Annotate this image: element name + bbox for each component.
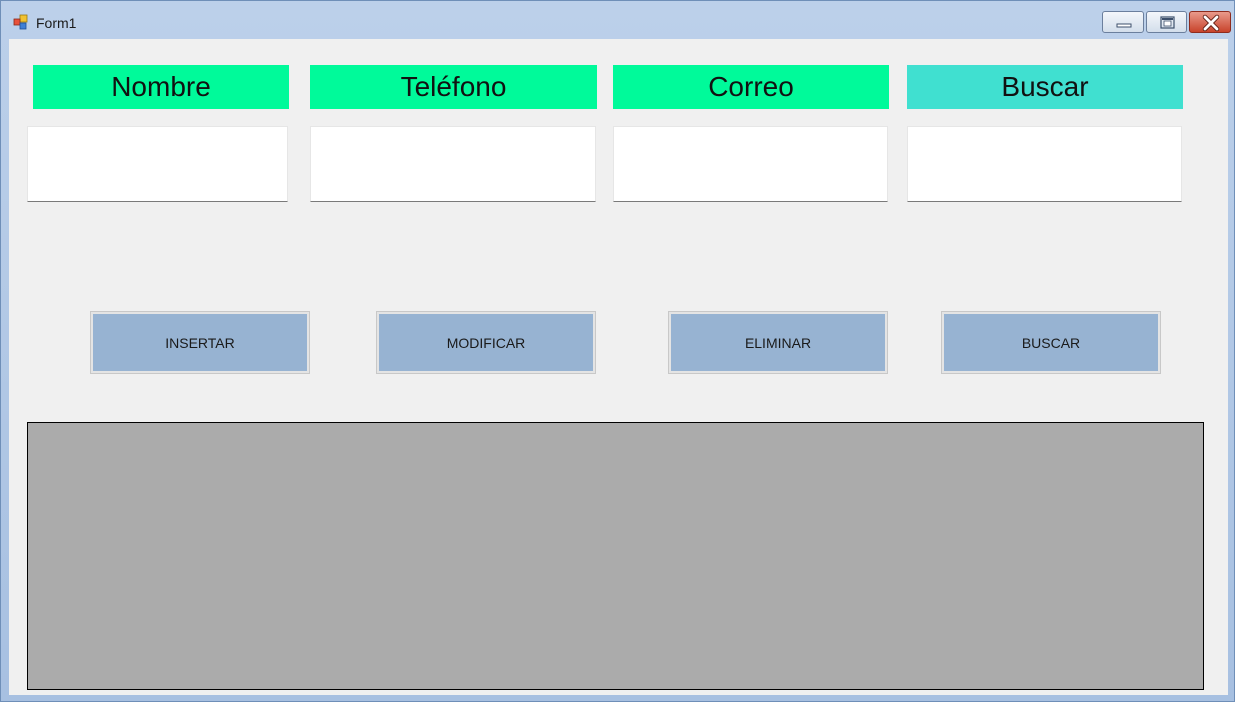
- eliminar-button[interactable]: ELIMINAR: [669, 312, 887, 373]
- correo-field[interactable]: [613, 126, 888, 202]
- minimize-button[interactable]: [1102, 11, 1144, 33]
- form-app-icon: [13, 14, 28, 30]
- telefono-field[interactable]: [310, 126, 596, 202]
- data-grid[interactable]: [27, 422, 1204, 690]
- insertar-button[interactable]: INSERTAR: [91, 312, 309, 373]
- window-title: Form1: [36, 15, 77, 31]
- buscar-button[interactable]: BUSCAR: [942, 312, 1160, 373]
- minimize-icon: [1116, 23, 1132, 28]
- modificar-button[interactable]: MODIFICAR: [377, 312, 595, 373]
- maximize-icon: [1160, 16, 1175, 29]
- telefono-label: Teléfono: [310, 65, 597, 109]
- correo-label: Correo: [613, 65, 889, 109]
- buscar-label: Buscar: [907, 65, 1183, 109]
- nombre-label: Nombre: [33, 65, 289, 109]
- title-bar[interactable]: Form1: [1, 1, 1234, 39]
- buscar-field[interactable]: [907, 126, 1182, 202]
- form-client-area: Nombre Teléfono Correo Buscar INSERTAR M…: [9, 39, 1228, 695]
- close-icon: [1202, 14, 1220, 32]
- maximize-button[interactable]: [1146, 11, 1187, 33]
- close-button[interactable]: [1189, 11, 1231, 33]
- nombre-field[interactable]: [27, 126, 288, 202]
- app-window: Form1 Nombre Teléfono Correo Buscar INSE…: [0, 0, 1235, 702]
